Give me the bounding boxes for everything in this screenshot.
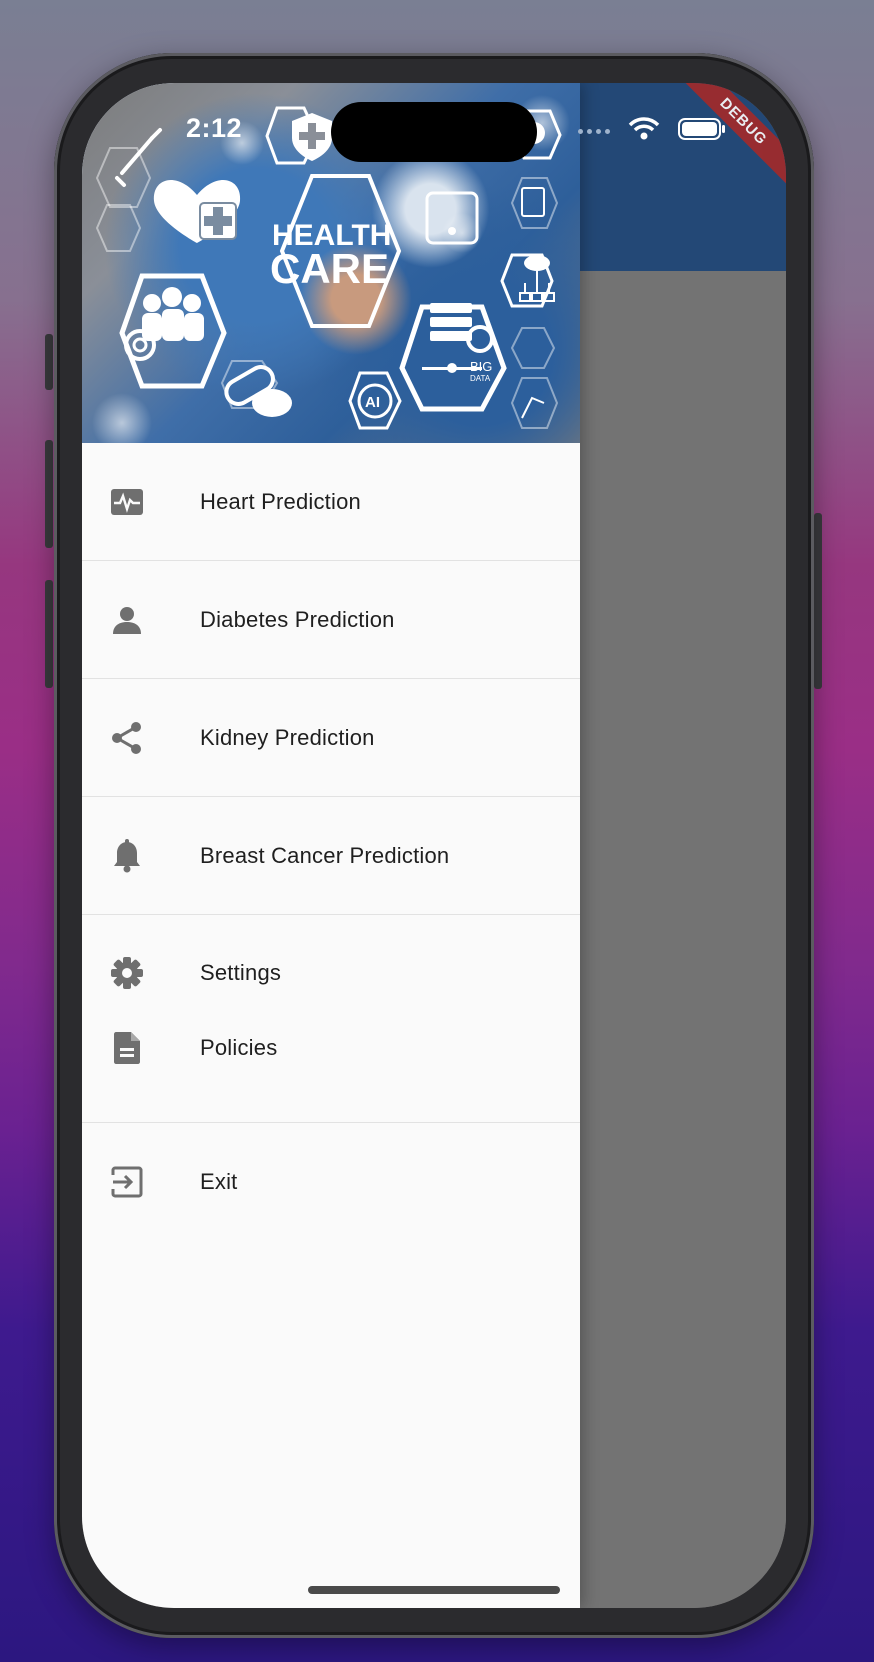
- ai-text: AI: [365, 394, 380, 411]
- navigation-drawer: BIG DATA AI HEALTH CARE Heart Prediction…: [82, 83, 580, 1608]
- drawer-item-breast-cancer-prediction[interactable]: Breast Cancer Prediction: [82, 797, 580, 914]
- gear-icon: [110, 956, 144, 990]
- exit-icon: [110, 1165, 144, 1199]
- signal-icon: [578, 129, 610, 134]
- drawer-item-kidney-prediction[interactable]: Kidney Prediction: [82, 679, 580, 796]
- drawer-item-label: Exit: [200, 1168, 238, 1194]
- share-icon: [110, 721, 144, 755]
- drawer-item-policies[interactable]: Policies: [82, 998, 580, 1098]
- drawer-item-label: Settings: [200, 960, 282, 985]
- drawer-item-diabetes-prediction[interactable]: Diabetes Prediction: [82, 561, 580, 678]
- volume-up-button[interactable]: [45, 440, 53, 548]
- volume-down-button[interactable]: [45, 580, 53, 688]
- data-text: DATA: [470, 374, 491, 383]
- app-screen: BIG DATA AI HEALTH CARE Heart Prediction…: [82, 83, 786, 1608]
- bell-icon: [110, 838, 144, 873]
- person-icon: [110, 603, 144, 637]
- care-text: CARE: [270, 245, 389, 292]
- drawer-item-label: Heart Prediction: [200, 488, 361, 514]
- action-button[interactable]: [45, 334, 53, 390]
- drawer-item-exit[interactable]: Exit: [82, 1123, 580, 1240]
- drawer-item-label: Breast Cancer Prediction: [200, 842, 450, 868]
- monitor-heart-icon: [110, 485, 144, 519]
- big-text: BIG: [470, 359, 492, 374]
- wifi-icon: [628, 117, 660, 146]
- status-time: 2:12: [186, 113, 243, 143]
- home-indicator[interactable]: [308, 1586, 560, 1594]
- drawer-item-label: Diabetes Prediction: [200, 606, 395, 632]
- power-button[interactable]: [814, 513, 822, 689]
- status-icons: [578, 117, 726, 146]
- dynamic-island: [331, 102, 537, 162]
- battery-icon: [678, 117, 726, 146]
- drawer-item-heart-prediction[interactable]: Heart Prediction: [82, 443, 580, 560]
- drawer-item-label: Policies: [200, 1035, 278, 1060]
- document-icon: [110, 1031, 144, 1065]
- drawer-item-label: Kidney Prediction: [200, 724, 375, 750]
